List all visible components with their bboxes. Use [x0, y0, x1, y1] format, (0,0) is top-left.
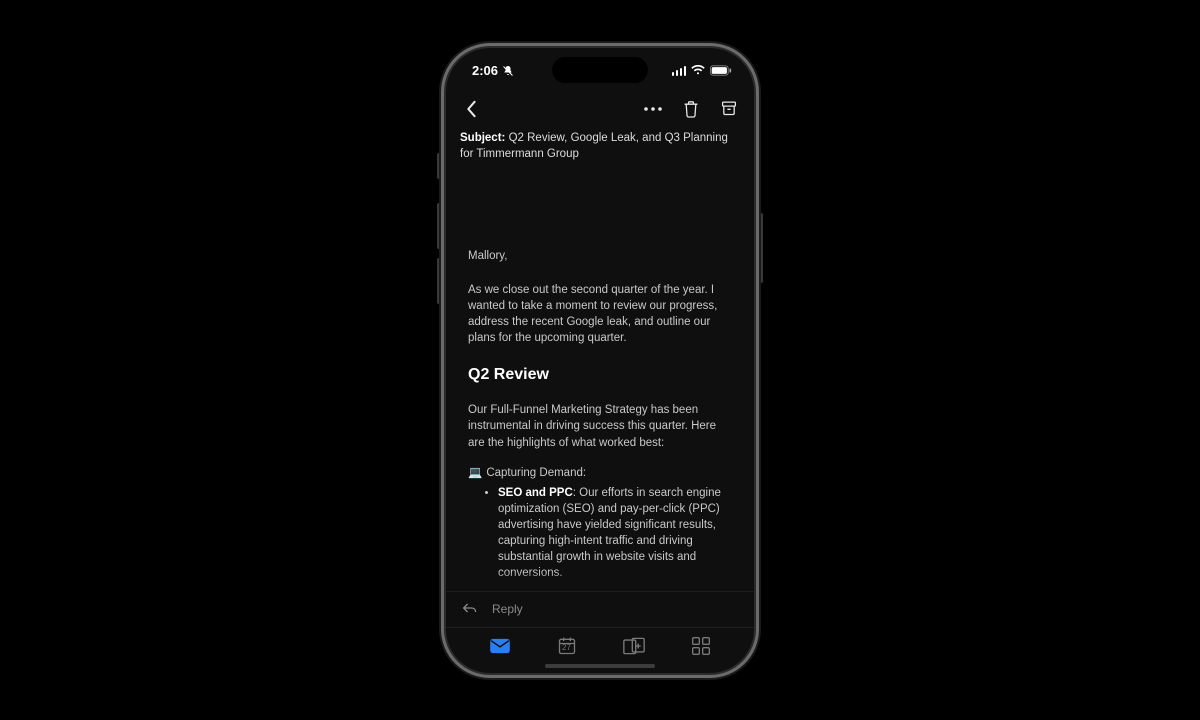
delete-button[interactable]: [680, 98, 702, 120]
cellular-signal-icon: [672, 66, 687, 76]
tab-calendar[interactable]: 27: [555, 634, 579, 658]
power-button: [759, 213, 763, 283]
q2-intro-paragraph: Our Full-Funnel Marketing Strategy has b…: [468, 402, 732, 450]
phone-frame: 2:06: [446, 48, 754, 673]
nav-bar: [446, 92, 754, 126]
laptop-emoji-icon: 💻: [468, 467, 482, 479]
home-indicator[interactable]: [545, 664, 655, 668]
dynamic-island: [552, 57, 648, 83]
seo-ppc-item: SEO and PPC: Our efforts in search engin…: [498, 485, 732, 582]
volume-down-button: [437, 258, 441, 304]
reply-arrow-icon: [462, 602, 478, 617]
tab-apps[interactable]: [689, 634, 713, 658]
section-heading-q2: Q2 Review: [468, 364, 732, 386]
do-not-disturb-icon: [502, 65, 514, 77]
intro-paragraph: As we close out the second quarter of th…: [468, 282, 732, 346]
wifi-icon: [691, 65, 705, 76]
calendar-day-label: 27: [562, 643, 571, 652]
status-time: 2:06: [472, 63, 498, 78]
subject-line: Subject: Q2 Review, Google Leak, and Q3 …: [446, 126, 754, 163]
tab-mail[interactable]: [488, 634, 512, 658]
volume-mute-switch: [437, 153, 441, 179]
tab-files[interactable]: [622, 634, 646, 658]
email-body[interactable]: Mallory, As we close out the second quar…: [446, 206, 754, 591]
subject-label: Subject:: [460, 132, 505, 144]
archive-button[interactable]: [718, 98, 740, 120]
volume-up-button: [437, 203, 441, 249]
greeting: Mallory,: [468, 248, 732, 264]
reply-bar[interactable]: Reply: [446, 591, 754, 627]
back-button[interactable]: [460, 98, 482, 120]
more-options-button[interactable]: [642, 98, 664, 120]
reply-placeholder: Reply: [492, 602, 523, 616]
capturing-demand-heading: 💻Capturing Demand:: [468, 465, 732, 481]
battery-icon: [710, 65, 732, 76]
